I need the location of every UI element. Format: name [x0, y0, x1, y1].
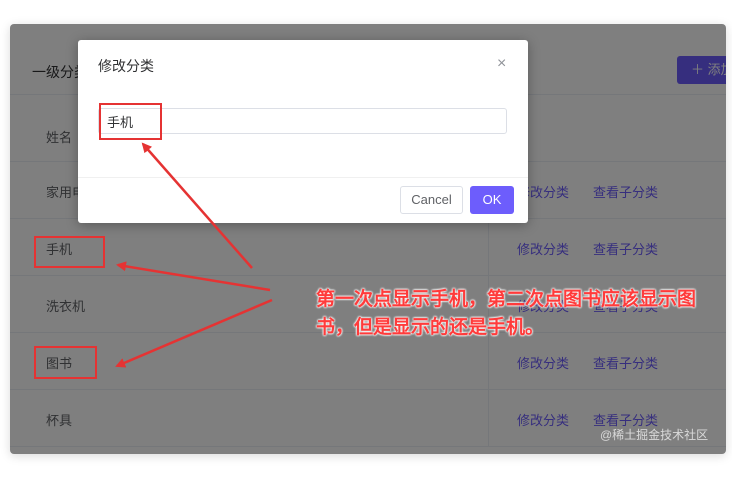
- annotation-text: 第一次点显示手机，第二次点图书应该显示图书，但是显示的还是手机。: [316, 289, 697, 338]
- annotation-arrows: [115, 142, 273, 368]
- arrow-to-input: [141, 142, 253, 269]
- arrow-to-phone-row: [116, 261, 271, 292]
- arrow-to-book-row: [115, 298, 273, 368]
- watermark: @稀土掘金技术社区: [600, 428, 709, 442]
